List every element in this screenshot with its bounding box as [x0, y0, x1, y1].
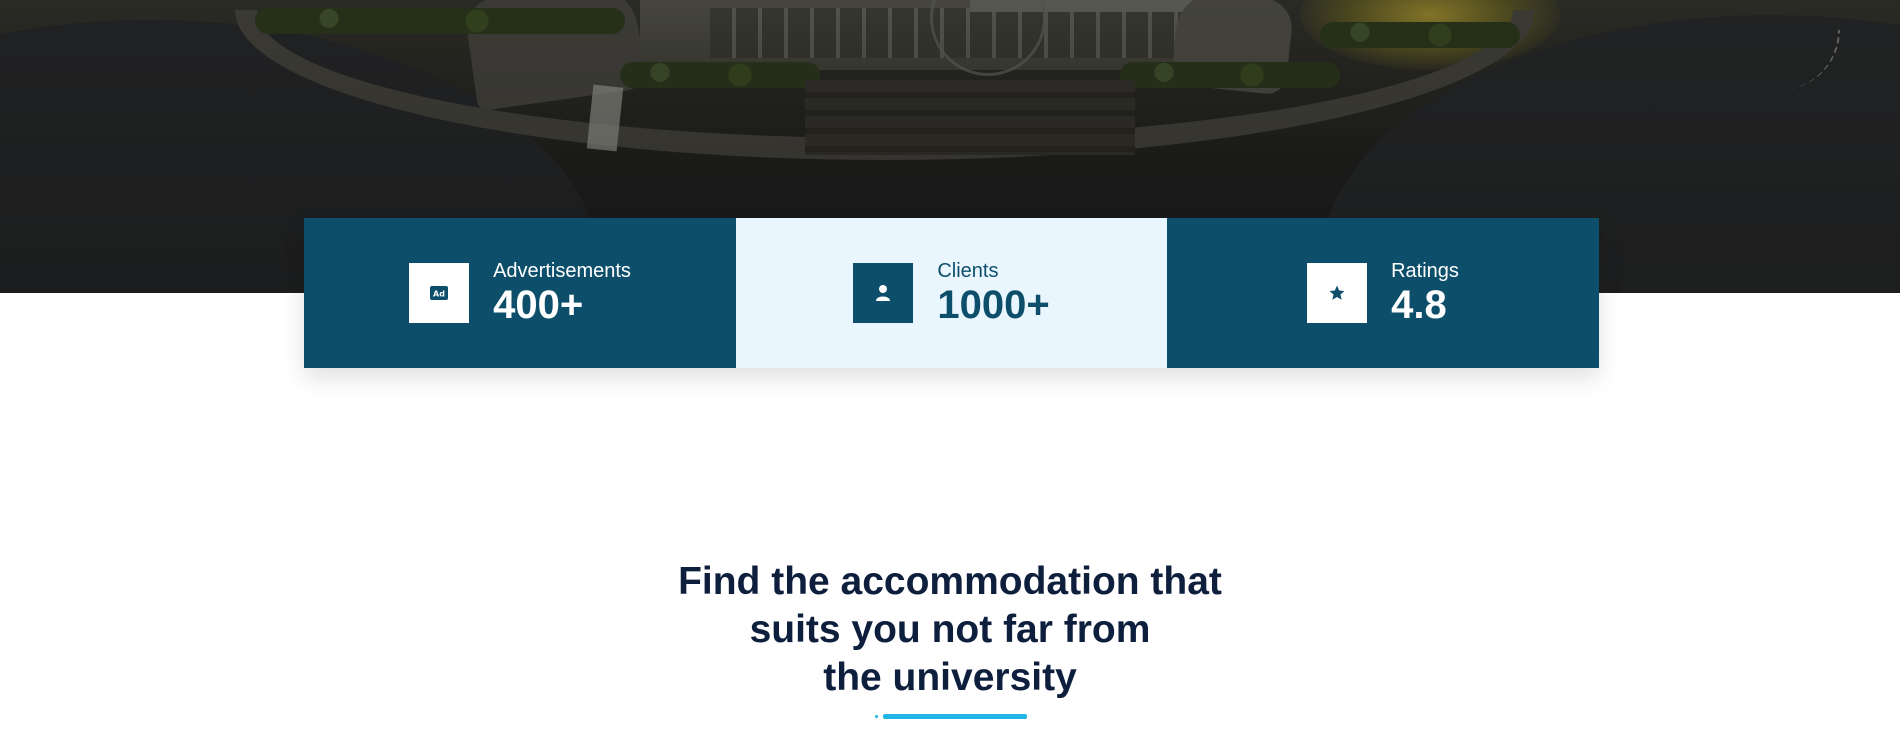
stat-text: Advertisements 400+ [493, 259, 631, 327]
heading-line: Find the accommodation that [678, 560, 1222, 603]
stat-label: Clients [937, 260, 999, 282]
svg-text:Ad: Ad [433, 290, 445, 299]
stat-label: Advertisements [493, 260, 631, 282]
stat-text: Ratings 4.8 [1391, 259, 1459, 327]
stat-content: Ad Advertisements 400+ [409, 259, 631, 327]
star-icon [1307, 263, 1368, 323]
stat-value: 4.8 [1391, 283, 1447, 327]
stat-advertisements: Ad Advertisements 400+ [304, 218, 736, 368]
stat-ratings: Ratings 4.8 [1167, 218, 1599, 368]
ad-icon: Ad [409, 263, 470, 323]
stat-clients: Clients 1000+ [736, 218, 1167, 368]
stat-label: Ratings [1391, 260, 1459, 282]
stats-strip: Ad Advertisements 400+ Clients 1000+ Rat… [304, 218, 1599, 368]
section-heading: Find the accommodation that suits you no… [550, 558, 1350, 702]
heading-line: the university [823, 656, 1077, 699]
heading-line: suits you not far from [749, 608, 1151, 651]
underline-bar [883, 714, 1027, 719]
stat-content: Ratings 4.8 [1307, 259, 1459, 327]
stat-value: 1000+ [937, 283, 1050, 327]
user-icon [853, 263, 914, 323]
stat-content: Clients 1000+ [853, 259, 1050, 327]
heading-underline [875, 714, 1027, 719]
underline-dot [875, 715, 878, 718]
stat-value: 400+ [493, 283, 584, 327]
stat-text: Clients 1000+ [937, 259, 1049, 327]
